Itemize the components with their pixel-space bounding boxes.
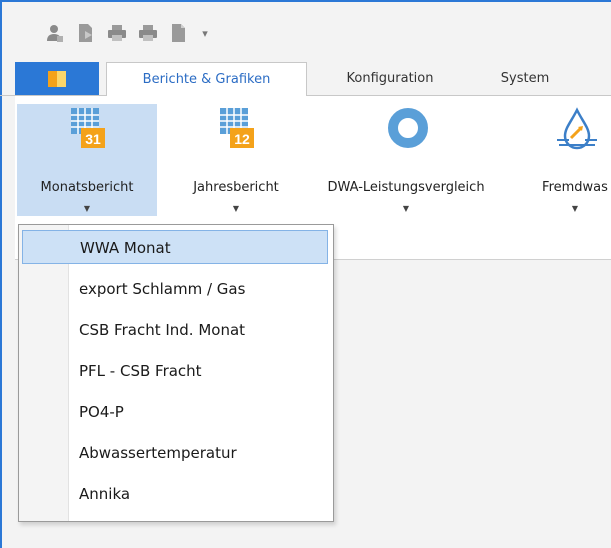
print-icon[interactable] (106, 22, 128, 44)
user-icon[interactable] (44, 22, 66, 44)
chevron-down-icon: ▼ (571, 204, 579, 213)
water-drop-icon (555, 106, 597, 150)
print-preview-icon[interactable] (137, 22, 159, 44)
tab-berichte-grafiken[interactable]: Berichte & Grafiken (106, 62, 307, 97)
menu-item-csb-fracht-ind-monat[interactable]: CSB Fracht Ind. Monat (22, 313, 328, 347)
dwa-leistungsvergleich-button[interactable]: DWA-Leistungsvergleich ▼ (308, 104, 504, 216)
calendar-12-icon: 12 (216, 106, 256, 150)
chevron-down-icon: ▼ (83, 204, 91, 213)
jahresbericht-label: Jahresbericht (193, 180, 279, 195)
monatsbericht-button[interactable]: 31 Monatsbericht ▼ (17, 104, 157, 216)
svg-text:12: 12 (234, 131, 250, 147)
quick-access-toolbar: ▾ (44, 22, 211, 44)
file-tab[interactable] (15, 62, 99, 95)
ribbon-tab-row: Berichte & Grafiken Konfiguration System (0, 62, 611, 97)
svg-text:31: 31 (85, 131, 101, 147)
fremdwasser-button[interactable]: Fremdwas ▼ (515, 104, 611, 216)
customize-qat-dropdown[interactable]: ▾ (199, 27, 211, 40)
document-icon[interactable] (168, 22, 190, 44)
menu-item-po4-p[interactable]: PO4-P (22, 395, 328, 429)
jahresbericht-button[interactable]: 12 Jahresbericht ▼ (165, 104, 307, 216)
menu-item-abwassertemperatur[interactable]: Abwassertemperatur (22, 436, 328, 470)
tab-system[interactable]: System (470, 62, 580, 95)
window-top-border (0, 0, 611, 2)
monatsbericht-dropdown-menu: WWA Monat export Schlamm / Gas CSB Frach… (18, 224, 334, 522)
calendar-31-icon: 31 (67, 106, 107, 150)
dwa-leistungsvergleich-label: DWA-Leistungsvergleich (327, 180, 485, 195)
app-menu-icon (48, 70, 66, 87)
ring-chart-icon (386, 106, 428, 150)
monatsbericht-label: Monatsbericht (40, 180, 134, 195)
tab-konfiguration[interactable]: Konfiguration (314, 62, 466, 95)
fremdwasser-label: Fremdwas (542, 180, 608, 195)
menu-item-annika[interactable]: Annika (22, 477, 328, 511)
export-icon[interactable] (75, 22, 97, 44)
chevron-down-icon: ▼ (402, 204, 410, 213)
menu-item-wwa-monat[interactable]: WWA Monat (22, 230, 328, 264)
chevron-down-icon: ▼ (232, 204, 240, 213)
menu-item-export-schlamm-gas[interactable]: export Schlamm / Gas (22, 272, 328, 306)
menu-item-pfl-csb-fracht[interactable]: PFL - CSB Fracht (22, 354, 328, 388)
